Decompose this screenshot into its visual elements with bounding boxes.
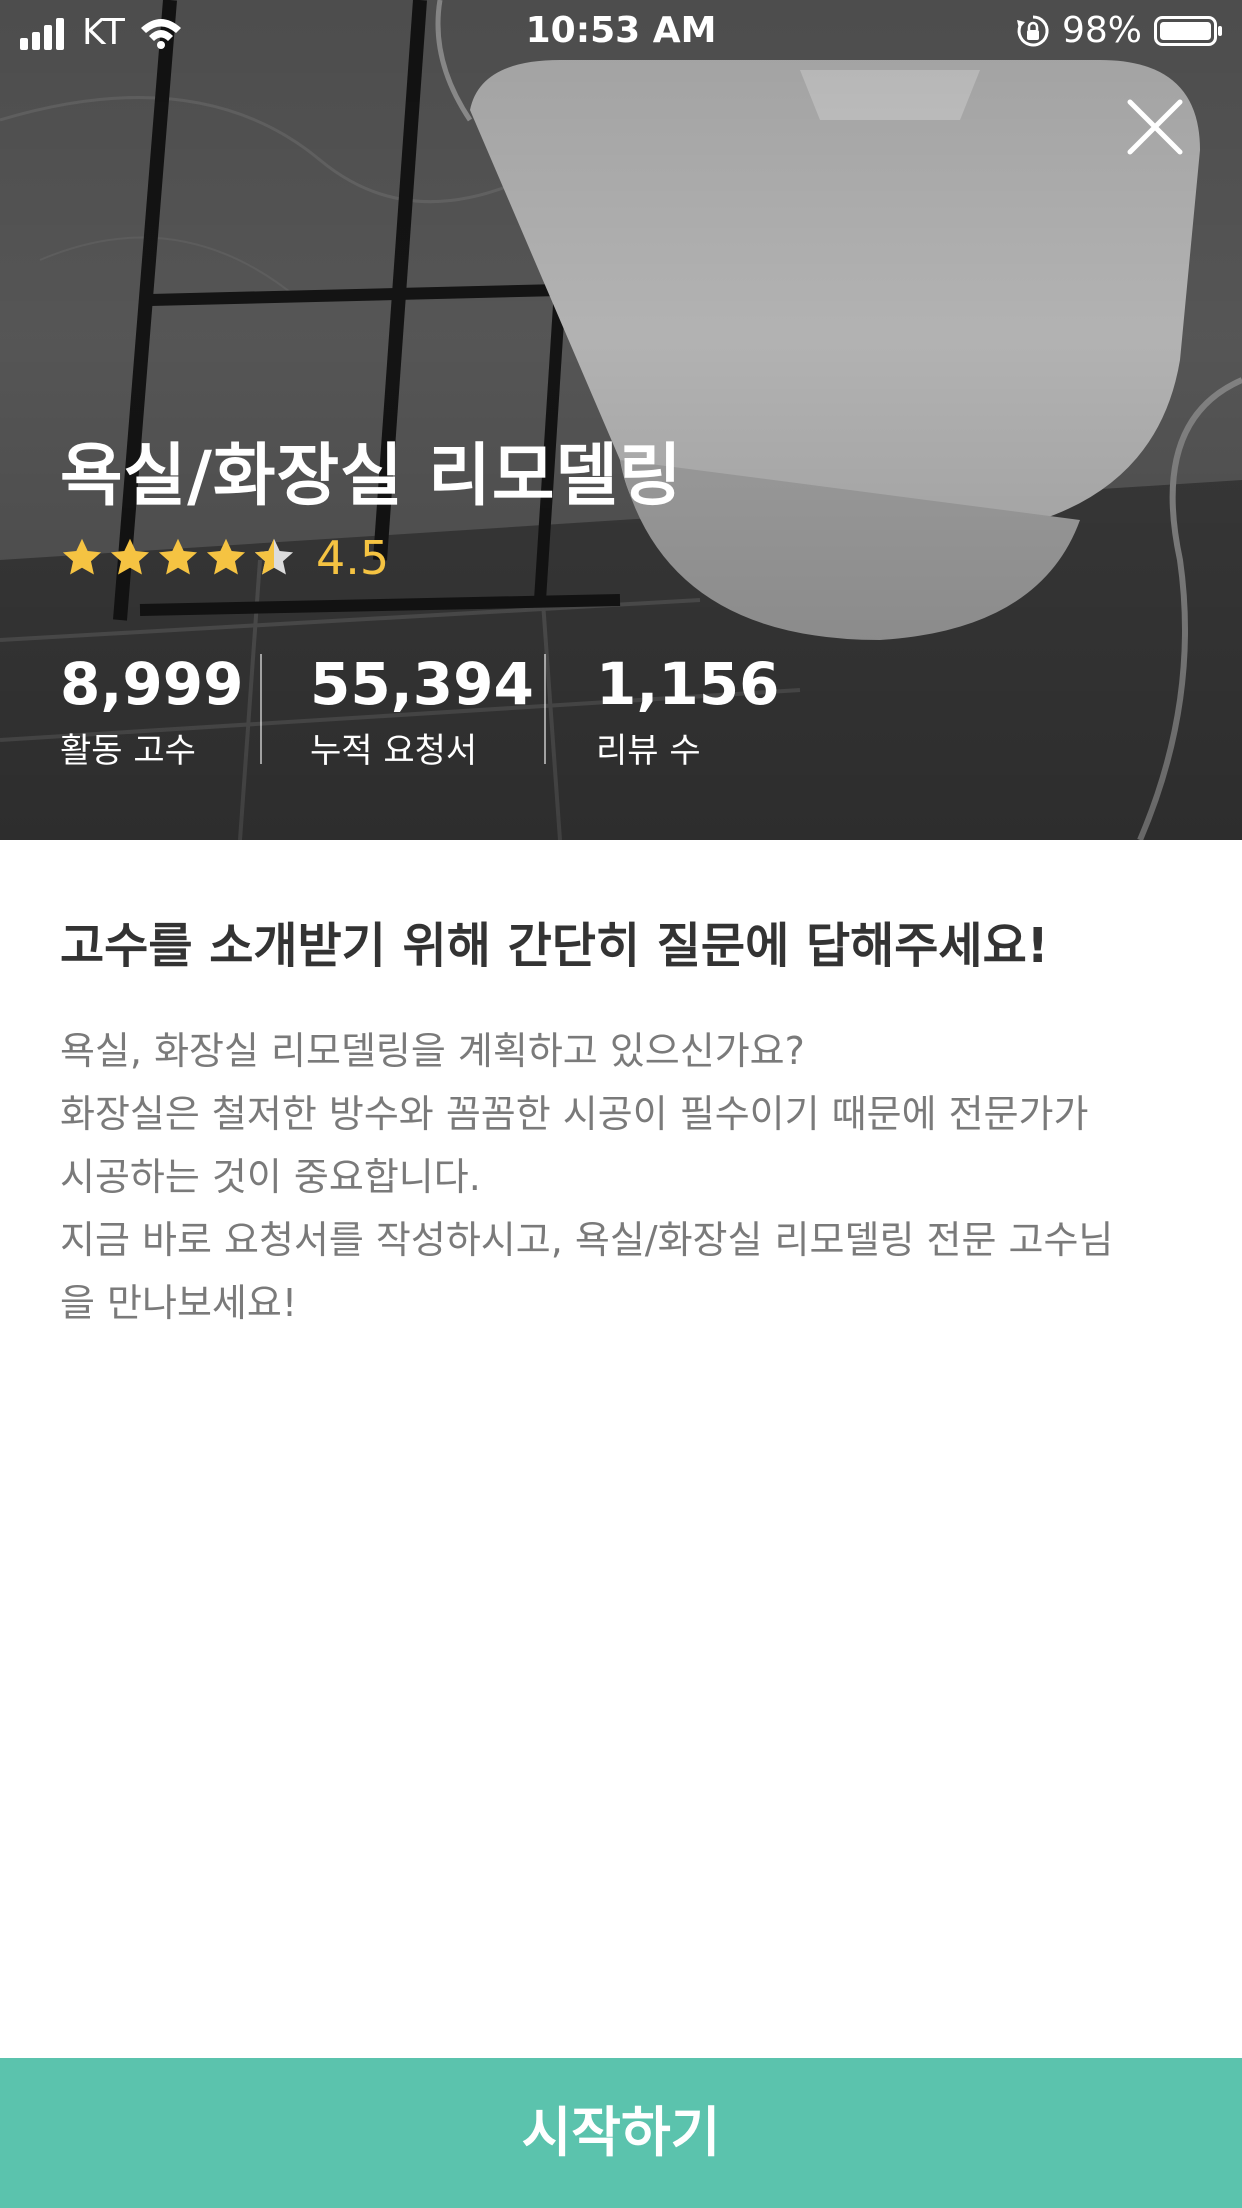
- service-description: 욕실, 화장실 리모델링을 계획하고 있으신가요? 화장실은 철저한 방수와 꼼…: [60, 1020, 1190, 1335]
- stat-value: 8,999: [60, 650, 244, 718]
- stat-divider: [544, 654, 546, 764]
- stat-label: 활동 고수: [60, 731, 196, 771]
- stat-divider: [260, 654, 262, 764]
- close-button[interactable]: [1120, 92, 1190, 162]
- stat-value: 55,394: [310, 650, 534, 718]
- status-bar: KT 10:53 AM 98%: [0, 0, 1242, 62]
- description-line: 을 만나보세요!: [60, 1281, 298, 1325]
- status-right: 98%: [1016, 10, 1224, 51]
- rating-value: 4.5: [316, 531, 390, 585]
- description-line: 화장실은 철저한 방수와 꼼꼼한 시공이 필수이기 때문에 전문가가: [60, 1092, 1089, 1136]
- star-icon-3: [158, 538, 198, 575]
- stat-total-requests: 55,394 누적 요청서: [310, 648, 534, 776]
- close-icon: [1127, 99, 1183, 155]
- battery-percent: 98%: [1061, 10, 1142, 51]
- stat-label: 누적 요청서: [310, 731, 478, 771]
- service-title: 욕실/화장실 리모델링: [60, 437, 683, 516]
- lock-rotation-icon: [1016, 14, 1049, 46]
- stat-active-experts: 8,999 활동 고수: [60, 648, 243, 776]
- star-icon-2: [110, 538, 150, 575]
- stat-label: 리뷰 수: [596, 731, 701, 771]
- description-line: 시공하는 것이 중요합니다.: [60, 1155, 481, 1199]
- star-half-icon: [254, 538, 294, 575]
- description-line: 지금 바로 요청서를 작성하시고, 욕실/화장실 리모델링 전문 고수님: [60, 1218, 1114, 1262]
- question-title: 고수를 소개받기 위해 간단히 질문에 답해주세요!: [60, 918, 1049, 974]
- rating-row: 4.5: [60, 528, 389, 588]
- start-button[interactable]: 시작하기: [0, 2058, 1242, 2208]
- stat-review-count: 1,156 리뷰 수: [596, 648, 779, 776]
- stat-value: 1,156: [596, 650, 780, 718]
- description-line: 욕실, 화장실 리모델링을 계획하고 있으신가요?: [60, 1029, 805, 1073]
- battery-icon: [1154, 15, 1222, 46]
- star-icon-1: [62, 538, 102, 575]
- star-icon-4: [206, 538, 246, 575]
